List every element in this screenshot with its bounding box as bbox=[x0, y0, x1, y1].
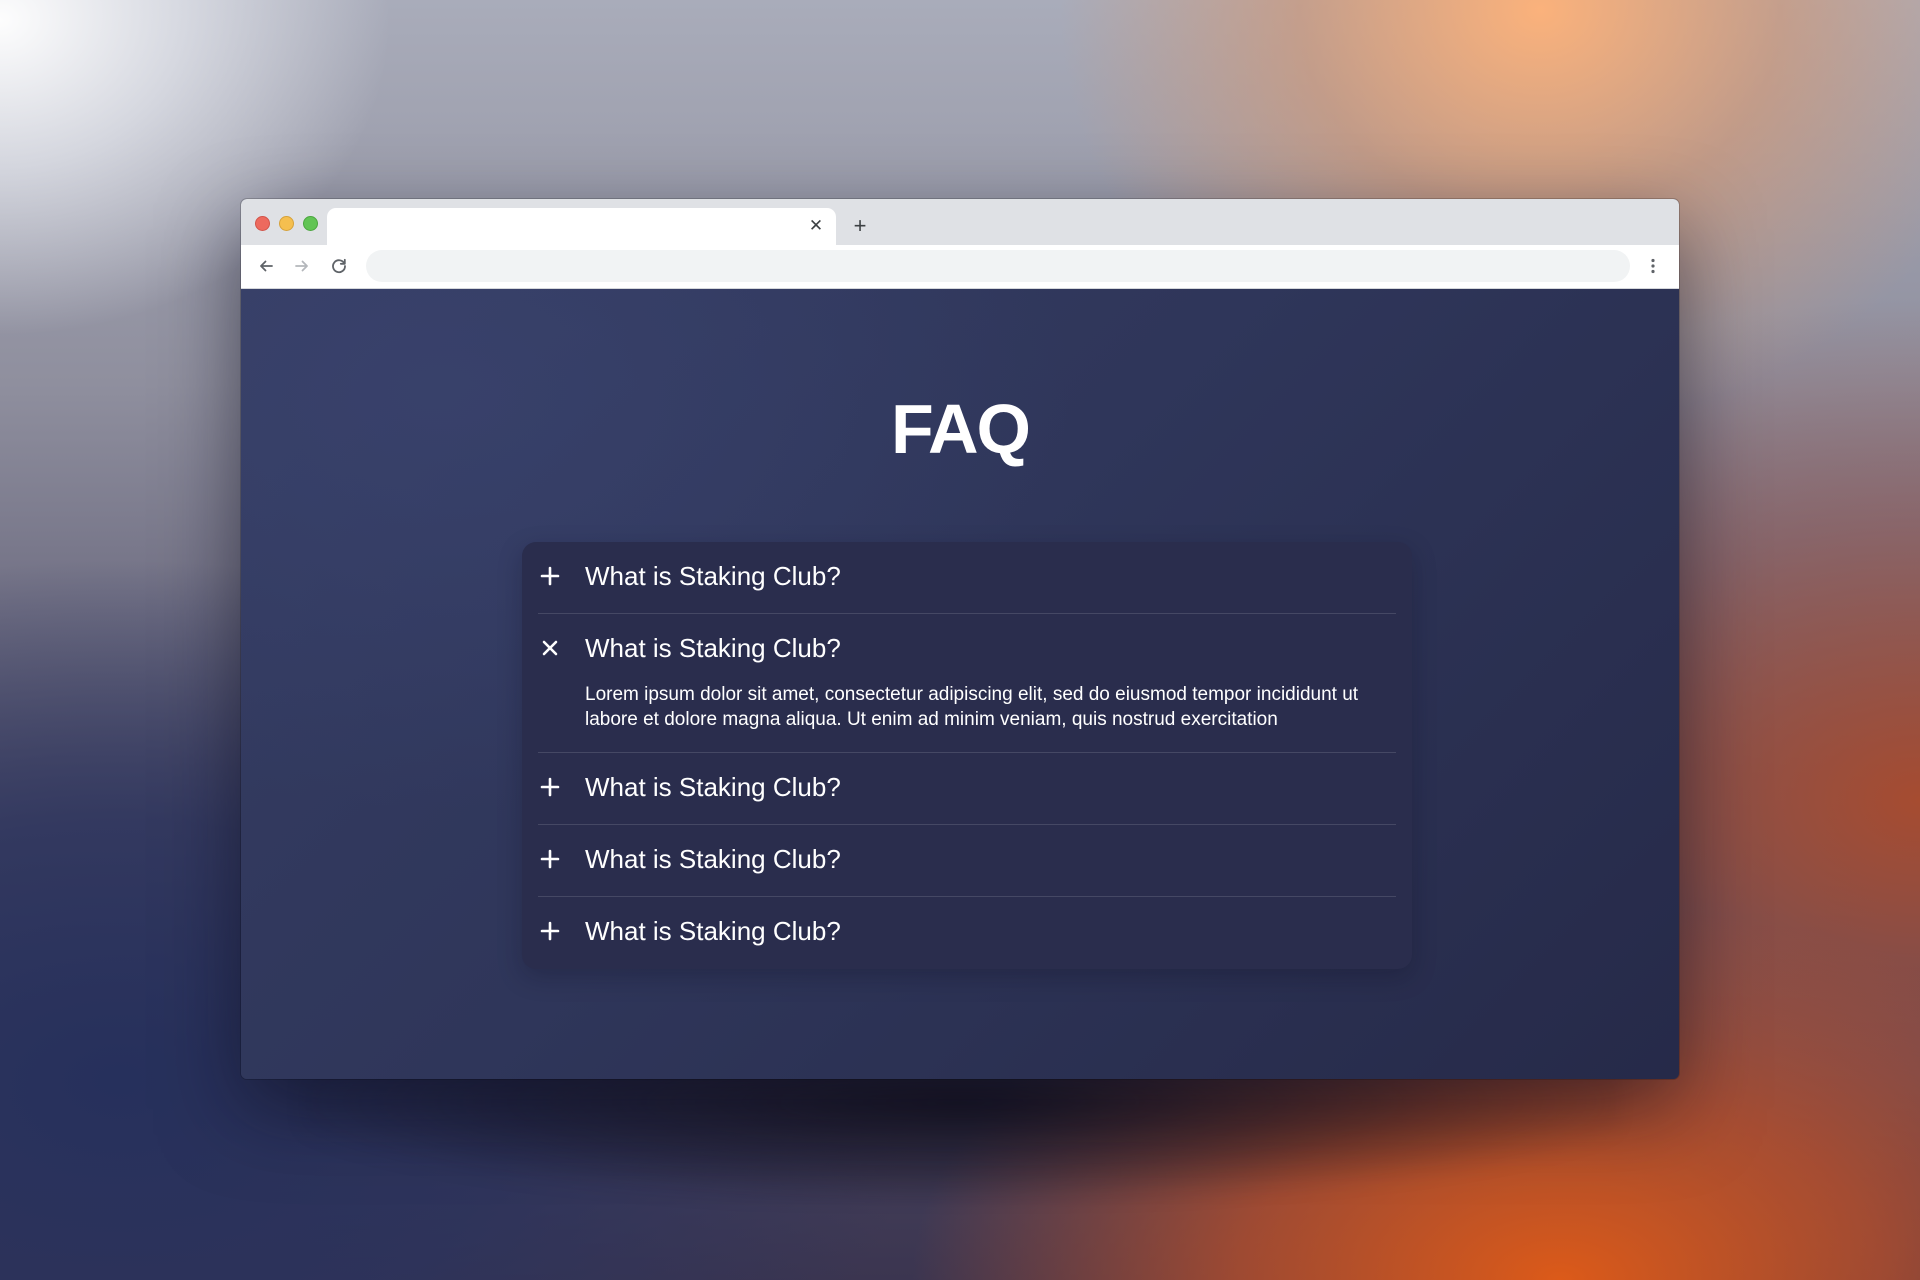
window-shadow bbox=[300, 1060, 1620, 1200]
page-title: FAQ bbox=[891, 390, 1031, 468]
faq-item[interactable]: What is Staking Club? bbox=[538, 753, 1396, 825]
arrow-right-icon[interactable] bbox=[290, 254, 314, 278]
faq-question[interactable]: What is Staking Club? bbox=[585, 844, 841, 874]
arrow-left-icon[interactable] bbox=[254, 254, 278, 278]
plus-icon[interactable] bbox=[538, 775, 562, 799]
close-icon[interactable] bbox=[538, 636, 562, 660]
browser-tab-active[interactable]: ✕ bbox=[327, 208, 836, 245]
browser-toolbar bbox=[241, 245, 1679, 289]
plus-icon[interactable]: + bbox=[846, 212, 874, 240]
page-content: FAQ What is Staking Club? What is Stakin… bbox=[241, 289, 1679, 1079]
faq-item[interactable]: What is Staking Club? bbox=[538, 825, 1396, 897]
reload-icon[interactable] bbox=[327, 254, 351, 278]
close-icon[interactable]: ✕ bbox=[806, 216, 826, 236]
faq-accordion: What is Staking Club? What is Staking Cl… bbox=[522, 542, 1412, 969]
faq-item[interactable]: What is Staking Club? bbox=[538, 542, 1396, 614]
plus-icon[interactable] bbox=[538, 564, 562, 588]
plus-icon[interactable] bbox=[538, 919, 562, 943]
kebab-menu-icon[interactable] bbox=[1641, 254, 1665, 278]
faq-question[interactable]: What is Staking Club? bbox=[585, 561, 841, 591]
window-close-button[interactable] bbox=[255, 216, 270, 231]
faq-question[interactable]: What is Staking Club? bbox=[585, 772, 841, 802]
window-controls bbox=[255, 216, 318, 231]
faq-question[interactable]: What is Staking Club? bbox=[585, 916, 841, 946]
faq-answer: Lorem ipsum dolor sit amet, consectetur … bbox=[585, 684, 1359, 730]
address-bar[interactable] bbox=[366, 250, 1630, 282]
faq-item[interactable]: What is Staking Club? bbox=[538, 897, 1396, 969]
window-zoom-button[interactable] bbox=[303, 216, 318, 231]
window-minimize-button[interactable] bbox=[279, 216, 294, 231]
tab-strip: ✕ + bbox=[241, 199, 1679, 245]
plus-icon[interactable] bbox=[538, 847, 562, 871]
faq-question[interactable]: What is Staking Club? bbox=[585, 633, 841, 663]
browser-window: ✕ + FAQ What is Staking Club? What is St… bbox=[241, 199, 1679, 1079]
faq-item-expanded[interactable]: What is Staking Club? Lorem ipsum dolor … bbox=[538, 614, 1396, 753]
